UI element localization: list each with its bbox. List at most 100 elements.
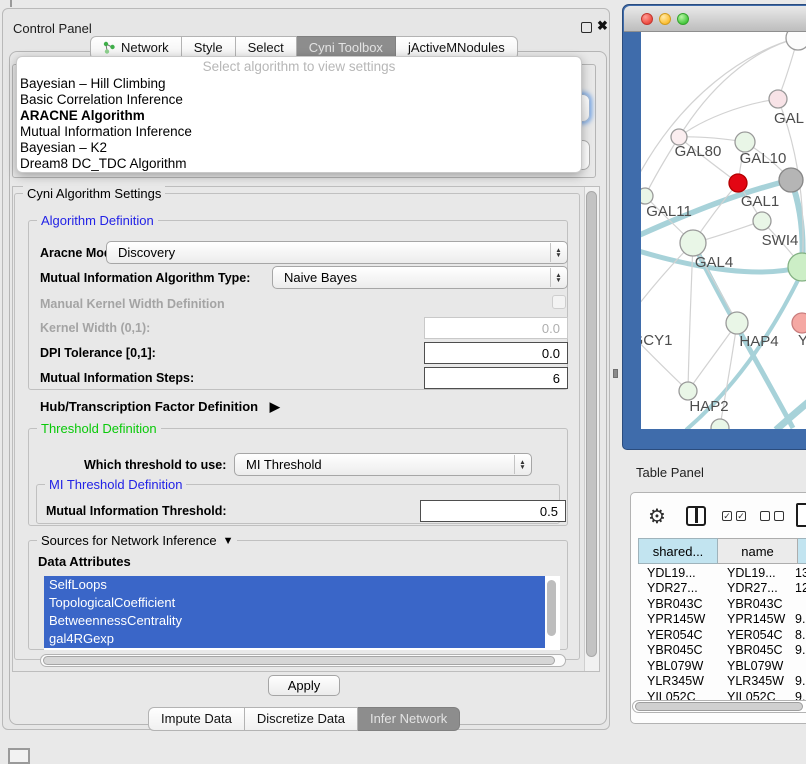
- algorithm-option[interactable]: Dream8 DC_TDC Algorithm: [17, 156, 581, 172]
- table-cell: 9.: [786, 643, 806, 657]
- minimize-traffic-light[interactable]: [659, 13, 671, 25]
- table-column-header[interactable]: shared...: [638, 538, 718, 564]
- which-threshold-combobox[interactable]: MI Threshold ▲▼: [234, 453, 532, 476]
- network-edge[interactable]: [679, 99, 778, 137]
- network-node[interactable]: [729, 174, 747, 192]
- network-canvas[interactable]: GALGAL80GAL10GAL1GAL11GAL4SWI4GCY1HAP4YH…: [641, 32, 806, 429]
- table-horizontal-scrollbar[interactable]: [632, 700, 806, 713]
- table-cell: 13: [786, 566, 806, 580]
- manual-kernel-checkbox: [552, 295, 566, 309]
- dpi-tolerance-label: DPI Tolerance [0,1]:: [40, 346, 156, 360]
- collapsed-arrow-icon: ▶: [270, 399, 280, 414]
- document-icon[interactable]: [796, 503, 806, 527]
- algorithm-option[interactable]: Bayesian – Hill Climbing: [17, 76, 581, 92]
- mi-threshold-label: Mutual Information Threshold:: [46, 504, 227, 518]
- mi-threshold-field[interactable]: 0.5: [420, 500, 566, 522]
- network-window-titlebar[interactable]: [624, 6, 806, 32]
- table-cell: YLR345W: [638, 674, 718, 688]
- table-row[interactable]: YBR043CYBR043C: [638, 596, 806, 612]
- hub-definition-expander[interactable]: Hub/Transcription Factor Definition ▶: [40, 399, 280, 415]
- table-row[interactable]: YBL079WYBL079W: [638, 658, 806, 674]
- table-cell: YBL079W: [638, 659, 718, 673]
- network-view-window: GALGAL80GAL10GAL1GAL11GAL4SWI4GCY1HAP4YH…: [622, 4, 806, 450]
- unchecked-checkbox-icon[interactable]: [774, 511, 784, 521]
- table-column-header[interactable]: name: [718, 538, 798, 564]
- split-columns-icon[interactable]: [686, 506, 706, 526]
- tab-discretize-data[interactable]: Discretize Data: [245, 707, 358, 731]
- manual-kernel-label: Manual Kernel Width Definition: [40, 297, 225, 311]
- table-row[interactable]: YLR345WYLR345W9.: [638, 674, 806, 690]
- table-cell: YBL079W: [718, 659, 786, 673]
- table-row[interactable]: YPR145WYPR145W9.: [638, 612, 806, 628]
- attribute-list-item[interactable]: BetweennessCentrality: [44, 612, 545, 630]
- hub-definition-label: Hub/Transcription Factor Definition: [40, 399, 258, 414]
- gear-icon[interactable]: ⚙: [648, 504, 666, 529]
- network-node[interactable]: [735, 132, 755, 152]
- splitpane-divider-grip[interactable]: [613, 369, 618, 378]
- network-node[interactable]: [779, 168, 803, 192]
- table-cell: YLR345W: [718, 674, 786, 688]
- table-row[interactable]: YDR27...YDR27...12: [638, 581, 806, 597]
- dropdown-placeholder: Select algorithm to view settings: [17, 59, 581, 76]
- algorithm-option[interactable]: Basic Correlation Inference: [17, 92, 581, 108]
- close-traffic-light[interactable]: [641, 13, 653, 25]
- checked-checkbox-icon[interactable]: ✓: [736, 511, 746, 521]
- network-node[interactable]: [786, 32, 806, 50]
- network-node[interactable]: [792, 313, 806, 333]
- mi-type-label: Mutual Information Algorithm Type:: [40, 271, 250, 285]
- sources-group-header[interactable]: Sources for Network Inference ▼: [37, 533, 237, 548]
- network-node-label: GAL4: [695, 254, 733, 271]
- network-node[interactable]: [641, 188, 653, 204]
- algorithm-option[interactable]: Bayesian – K2: [17, 140, 581, 156]
- settings-horizontal-scrollbar[interactable]: [40, 654, 566, 667]
- network-node[interactable]: [753, 212, 771, 230]
- tab-infer-network[interactable]: Infer Network: [358, 707, 460, 731]
- attribute-list-item[interactable]: gal4RGexp: [44, 630, 545, 648]
- close-panel-icon[interactable]: ✖: [597, 18, 608, 34]
- table-row[interactable]: YBR045CYBR045C9.: [638, 643, 806, 659]
- table-row[interactable]: YDL19...YDL19...13: [638, 565, 806, 581]
- settings-horizontal-scrollbar-thumb[interactable]: [43, 656, 555, 665]
- table-cell: YDR27...: [718, 581, 786, 595]
- network-node[interactable]: [680, 230, 706, 256]
- mi-steps-field[interactable]: 6: [424, 367, 568, 389]
- table-cell: YBR045C: [718, 643, 786, 657]
- sources-group-title: Sources for Network Inference: [41, 533, 217, 548]
- network-node[interactable]: [711, 419, 729, 429]
- network-edge[interactable]: [688, 323, 737, 391]
- checked-checkbox-icon[interactable]: ✓: [722, 511, 732, 521]
- tab-cyni-toolbox-label: Cyni Toolbox: [309, 40, 383, 55]
- window-edge-stub: [10, 0, 12, 7]
- settings-vertical-scrollbar-thumb[interactable]: [586, 191, 597, 657]
- expanded-arrow-icon: ▼: [223, 535, 234, 547]
- float-window-icon[interactable]: [581, 22, 592, 33]
- unchecked-checkbox-icon[interactable]: [760, 511, 770, 521]
- table-body: YDL19...YDL19...13YDR27...YDR27...12YBR0…: [638, 565, 806, 705]
- attributes-scrollbar-thumb[interactable]: [547, 580, 556, 636]
- attribute-list-item[interactable]: SelfLoops: [44, 576, 545, 594]
- aracne-mode-combobox[interactable]: Discovery ▲▼: [106, 241, 568, 264]
- algorithm-option[interactable]: Mutual Information Inference: [17, 124, 581, 140]
- table-cell: YDL19...: [638, 566, 718, 580]
- network-node[interactable]: [726, 312, 748, 334]
- mi-threshold-group-title: MI Threshold Definition: [45, 477, 186, 492]
- tab-impute-data[interactable]: Impute Data: [148, 707, 245, 731]
- table-cell: YER054C: [638, 628, 718, 642]
- mi-type-combobox[interactable]: Naive Bayes ▲▼: [272, 266, 568, 289]
- algorithm-option[interactable]: ARACNE Algorithm: [17, 108, 581, 124]
- network-node-label: GAL: [774, 110, 804, 127]
- table-horizontal-scrollbar-thumb[interactable]: [635, 702, 803, 711]
- apply-button[interactable]: Apply: [268, 675, 340, 696]
- data-attributes-list: SelfLoopsTopologicalCoefficientBetweenne…: [44, 576, 560, 650]
- network-node[interactable]: [769, 90, 787, 108]
- table-cell: YBR045C: [638, 643, 718, 657]
- dpi-tolerance-field[interactable]: 0.0: [424, 342, 568, 364]
- tab-style-label: Style: [194, 40, 223, 55]
- table-row[interactable]: YER054CYER054C8.: [638, 627, 806, 643]
- zoom-traffic-light[interactable]: [677, 13, 689, 25]
- stepper-arrows-icon: ▲▼: [550, 243, 566, 262]
- which-threshold-value: MI Threshold: [246, 457, 322, 472]
- table-column-header[interactable]: [798, 538, 806, 564]
- network-node[interactable]: [788, 253, 806, 281]
- attribute-list-item[interactable]: TopologicalCoefficient: [44, 594, 545, 612]
